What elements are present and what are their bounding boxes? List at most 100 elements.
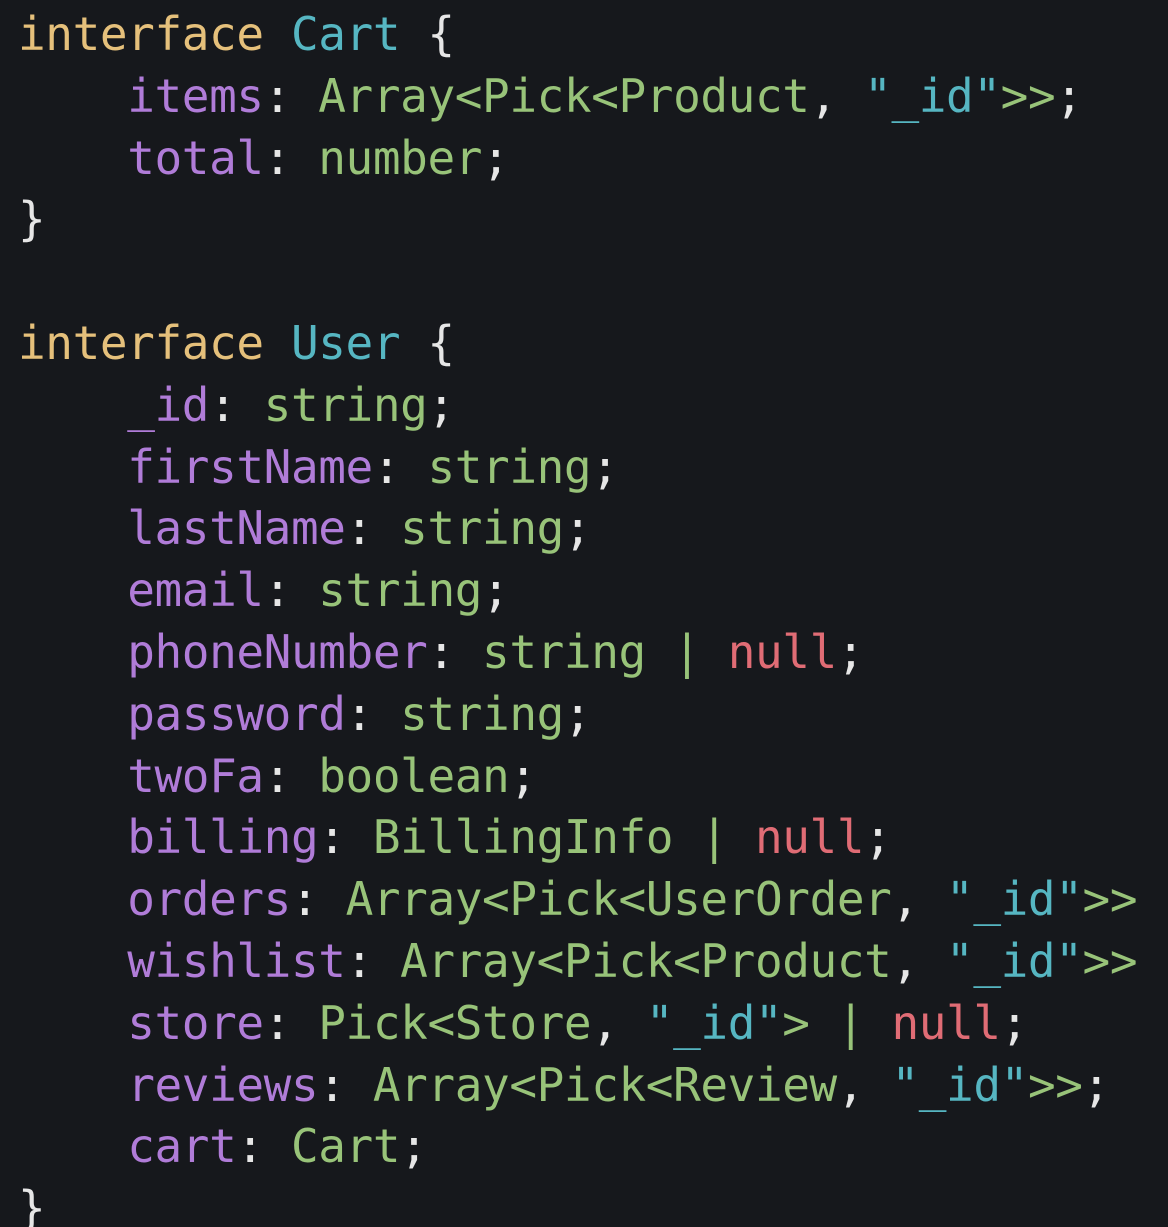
punctuation-token: : — [263, 748, 319, 803]
punctuation-token — [18, 69, 127, 123]
property-token: store — [127, 995, 264, 1050]
code-line: password: string; — [18, 684, 1137, 746]
punctuation-token — [18, 625, 127, 679]
type-token: Array<Pick<Product — [400, 933, 892, 988]
type-token: >> — [1082, 933, 1138, 988]
punctuation-token: : — [290, 872, 346, 927]
code-line: store: Pick<Store, "_id"> | null; — [18, 993, 1137, 1055]
property-token: billing — [127, 810, 319, 865]
punctuation-token: ; — [427, 377, 455, 432]
type-token: > | — [782, 995, 892, 1050]
type-token: string | — [482, 624, 728, 679]
code-block[interactable]: interface Cart { items: Array<Pick<Produ… — [18, 4, 1138, 1227]
type-token: number — [318, 130, 483, 185]
type-token: BillingInfo | — [372, 810, 755, 865]
code-line: reviews: Array<Pick<Review, "_id">>; — [18, 1055, 1137, 1117]
code-line: wishlist: Array<Pick<Product, "_id">> — [18, 931, 1137, 993]
punctuation-token: : — [318, 1057, 373, 1112]
code-line: _id: string; — [18, 375, 1137, 437]
code-line: ​ — [18, 251, 1137, 313]
punctuation-token: : — [372, 439, 428, 494]
type-token: >> — [1000, 68, 1056, 123]
code-line: interface User { — [18, 313, 1137, 375]
string-token: "_id" — [645, 995, 783, 1050]
punctuation-token — [18, 501, 127, 555]
brace-token: { — [400, 315, 455, 370]
property-token: cart — [127, 1119, 237, 1174]
code-line: interface Cart { — [18, 4, 1137, 66]
punctuation-token — [18, 872, 127, 926]
type-token: string — [400, 501, 564, 556]
keyword-token: interface — [18, 315, 264, 370]
punctuation-token — [18, 687, 127, 741]
property-token: twoFa — [127, 748, 264, 803]
punctuation-token: ; — [400, 1119, 428, 1174]
punctuation-token: ; — [563, 686, 592, 741]
punctuation-token: ; — [1000, 995, 1029, 1050]
brace-token: { — [400, 7, 455, 61]
code-line: } — [18, 1178, 1137, 1227]
keyword-token: interface — [18, 7, 264, 61]
string-token: "_id" — [946, 872, 1083, 927]
code-line: twoFa: boolean; — [18, 746, 1137, 808]
punctuation-token: , — [891, 872, 947, 927]
type-token: Cart — [290, 1119, 401, 1174]
code-line: orders: Array<Pick<UserOrder, "_id">> — [18, 869, 1137, 931]
type-token: string — [400, 686, 564, 741]
punctuation-token: , — [836, 1057, 892, 1112]
property-token: lastName — [127, 501, 346, 556]
punctuation-token — [18, 810, 127, 864]
punctuation-token: , — [809, 68, 865, 123]
punctuation-token: : — [345, 501, 401, 556]
string-token: "_id" — [891, 1057, 1028, 1112]
property-token: password — [127, 686, 346, 741]
punctuation-token — [18, 440, 127, 494]
type-name-token: User — [290, 315, 401, 370]
code-line: items: Array<Pick<Product, "_id">>; — [18, 66, 1137, 128]
type-token: string — [318, 563, 483, 618]
property-token: _id — [127, 377, 210, 432]
property-token: phoneNumber — [127, 624, 428, 679]
punctuation-token: : — [263, 995, 319, 1050]
string-token: "_id" — [864, 68, 1001, 123]
punctuation-token: : — [318, 810, 373, 865]
brace-token: } — [18, 1181, 46, 1227]
type-token: Array<Pick<Review — [372, 1057, 837, 1112]
punctuation-token: , — [591, 995, 646, 1050]
punctuation-token: ; — [482, 563, 510, 618]
punctuation-token: : — [263, 68, 319, 123]
punctuation-token — [18, 996, 127, 1050]
null-token: null — [727, 624, 838, 679]
property-token: wishlist — [127, 933, 346, 988]
punctuation-token — [18, 131, 127, 185]
code-line: cart: Cart; — [18, 1116, 1137, 1178]
punctuation-token — [18, 749, 127, 803]
punctuation-token: ; — [591, 439, 619, 494]
type-name-token: Cart — [290, 7, 401, 61]
type-token: >> — [1027, 1057, 1083, 1112]
punctuation-token: : — [345, 933, 401, 988]
property-token: orders — [127, 872, 291, 927]
property-token: firstName — [127, 439, 373, 494]
property-token: items — [127, 68, 264, 123]
punctuation-token: : — [236, 1119, 291, 1174]
punctuation-token: ; — [836, 624, 865, 679]
punctuation-token — [264, 7, 291, 61]
punctuation-token — [18, 1058, 127, 1112]
punctuation-token: : — [345, 686, 401, 741]
punctuation-token: ; — [1055, 68, 1083, 123]
punctuation-token — [264, 316, 291, 370]
punctuation-token: ; — [864, 810, 892, 865]
punctuation-token: : — [263, 130, 319, 185]
type-token: boolean — [318, 748, 510, 803]
punctuation-token: : — [209, 377, 264, 432]
property-token: total — [127, 130, 264, 185]
code-line: phoneNumber: string | null; — [18, 622, 1137, 684]
punctuation-token: ; — [1082, 1057, 1111, 1112]
null-token: null — [754, 810, 865, 865]
code-editor[interactable]: interface Cart { items: Array<Pick<Produ… — [0, 0, 1168, 1227]
punctuation-token: , — [891, 933, 947, 988]
null-token: null — [891, 995, 1001, 1050]
string-token: "_id" — [946, 933, 1083, 988]
punctuation-token: ; — [509, 748, 537, 803]
